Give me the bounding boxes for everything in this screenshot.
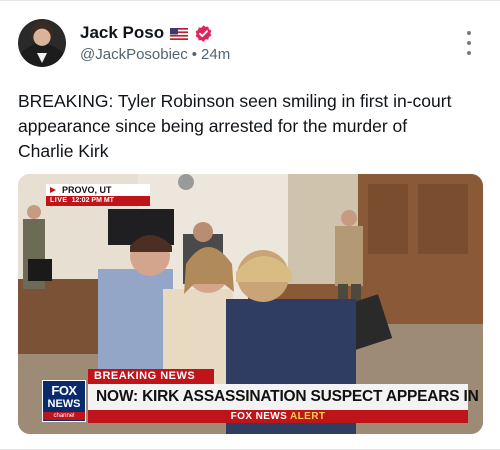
avatar-collar (37, 53, 47, 63)
fox-logo-line3: channel (43, 412, 85, 420)
breaking-news-label: BREAKING NEWS (88, 369, 214, 384)
author-handle[interactable]: @JackPosobiec (80, 46, 188, 63)
live-label: LIVE (50, 197, 68, 204)
live-box: LIVE 12:02 PM MT (46, 196, 150, 206)
location-chyron: PROVO, UT LIVE 12:02 PM MT (46, 184, 150, 206)
play-triangle-icon (50, 187, 56, 193)
alert-word: ALERT (290, 411, 326, 422)
author-display-name[interactable]: Jack Poso (80, 23, 164, 43)
more-vertical-icon-dot (467, 31, 471, 35)
post-timestamp[interactable]: 24m (201, 46, 230, 63)
verified-badge-icon (194, 24, 213, 43)
tweet-header: Jack Poso @JackPosobiec • 24m (18, 19, 482, 71)
more-options-button[interactable] (462, 31, 476, 55)
live-time: 12:02 PM MT (71, 197, 114, 204)
alert-brand: FOX NEWS (230, 411, 288, 422)
more-vertical-icon-dot (467, 51, 471, 55)
fox-news-logo: FOX NEWS channel (42, 380, 86, 422)
location-box: PROVO, UT (46, 184, 150, 196)
more-vertical-icon-dot (467, 41, 471, 45)
post-text: BREAKING: Tyler Robinson seen smiling in… (18, 91, 452, 161)
fox-logo-line1: FOX (51, 383, 77, 398)
author-handle-row: @JackPosobiec • 24m (80, 46, 230, 63)
post-media-image[interactable]: PROVO, UT LIVE 12:02 PM MT FOX NEWS chan… (18, 174, 483, 434)
author-name-row: Jack Poso (80, 22, 213, 44)
fox-logo-line2: NEWS (47, 398, 81, 410)
location-text: PROVO, UT (62, 185, 112, 195)
us-flag-icon (170, 27, 189, 40)
avatar[interactable] (18, 19, 66, 67)
news-headline: NOW: KIRK ASSASSINATION SUSPECT APPEARS … (88, 384, 483, 410)
tweet-card[interactable]: Jack Poso @JackPosobiec • 24m BREAKING: … (0, 0, 500, 450)
fox-news-alert-bar: FOX NEWS ALERT (88, 410, 468, 423)
separator-dot: • (191, 46, 198, 63)
